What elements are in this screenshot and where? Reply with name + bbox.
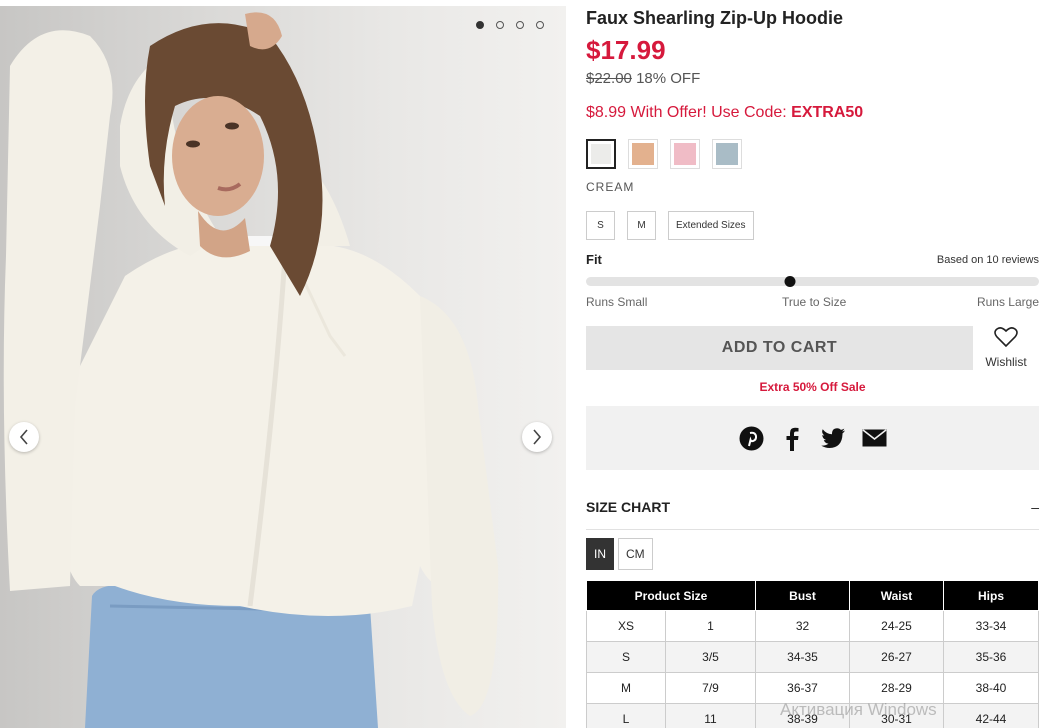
table-cell: 34-35: [755, 641, 850, 673]
size-option[interactable]: Extended Sizes: [668, 211, 754, 240]
offer-code: EXTRA50: [791, 104, 864, 121]
table-cell: 35-36: [943, 641, 1039, 673]
carousel-dots: [476, 21, 544, 29]
table-cell: 11: [665, 703, 756, 728]
unit-cm-button[interactable]: CM: [618, 538, 653, 570]
table-cell: 30-31: [849, 703, 944, 728]
table-cell: 36-37: [755, 672, 850, 704]
column-header: Product Size: [586, 580, 756, 611]
column-header: Waist: [849, 580, 944, 611]
next-image-button[interactable]: [522, 422, 552, 452]
table-cell: 1: [665, 610, 756, 642]
color-swatch-pink[interactable]: [670, 139, 700, 169]
table-cell: 38-39: [755, 703, 850, 728]
table-row: L 11 38-39 30-31 42-44: [586, 703, 1039, 728]
unit-in-button[interactable]: IN: [586, 538, 614, 570]
swatch-fill: [674, 143, 696, 165]
size-chart-table: Product Size Bust Waist Hips XS 1 32 24-25 3…: [586, 580, 1039, 728]
color-swatch-cream[interactable]: [586, 139, 616, 169]
swatch-fill: [716, 143, 738, 165]
product-photo: [3, 12, 499, 728]
discount-percent: 18% OFF: [636, 70, 701, 87]
divider: [586, 529, 1039, 530]
table-cell: M: [586, 672, 666, 704]
column-header: Bust: [755, 580, 850, 611]
heart-icon: [994, 327, 1018, 348]
table-cell: 26-27: [849, 641, 944, 673]
selected-color-label: CREAM: [586, 180, 635, 194]
wishlist-button[interactable]: Wishlist: [981, 326, 1031, 369]
fit-scale-bar: [586, 276, 1039, 287]
color-swatch-blue[interactable]: [712, 139, 742, 169]
table-cell: 38-40: [943, 672, 1039, 704]
sale-promo-link[interactable]: Extra 50% Off Sale: [586, 380, 1039, 394]
color-swatches: [586, 139, 742, 169]
fit-scale-label: Runs Large: [976, 295, 1039, 309]
fit-reviews-count[interactable]: Based on 10 reviews: [937, 254, 1039, 266]
collapse-icon[interactable]: –: [1031, 499, 1039, 515]
product-title: Faux Shearling Zip-Up Hoodie: [586, 8, 844, 28]
swatch-fill: [632, 143, 654, 165]
table-cell: S: [586, 641, 666, 673]
size-chart-title: SIZE CHART: [586, 499, 670, 515]
swatch-fill: [591, 144, 611, 164]
chevron-right-icon: [533, 429, 542, 445]
table-cell: XS: [586, 610, 666, 642]
table-cell: 3/5: [665, 641, 756, 673]
table-cell: 32: [755, 610, 850, 642]
size-chart-header-row: Product Size Bust Waist Hips: [586, 580, 1039, 611]
carousel-dot[interactable]: [476, 21, 484, 29]
carousel-dot[interactable]: [496, 21, 504, 29]
table-cell: 28-29: [849, 672, 944, 704]
product-page: Faux Shearling Zip-Up Hoodie $17.99 $22.…: [0, 0, 1045, 728]
unit-toggle: IN CM: [586, 538, 653, 570]
carousel-dot[interactable]: [516, 21, 524, 29]
wishlist-label: Wishlist: [985, 355, 1027, 369]
pinterest-icon[interactable]: [739, 426, 764, 451]
table-row: S 3/5 34-35 26-27 35-36: [586, 641, 1039, 673]
price-details: $22.00 18% OFF: [586, 70, 700, 87]
table-cell: L: [586, 703, 666, 728]
sale-price: $17.99: [586, 35, 666, 65]
size-option[interactable]: M: [627, 211, 656, 240]
table-row: M 7/9 36-37 28-29 38-40: [586, 672, 1039, 704]
color-swatch-tan[interactable]: [628, 139, 658, 169]
original-price: $22.00: [586, 70, 632, 87]
share-bar: [586, 406, 1039, 470]
fit-scale-label: Runs Small: [586, 295, 648, 309]
table-row: XS 1 32 24-25 33-34: [586, 610, 1039, 642]
size-options: S M Extended Sizes: [586, 211, 754, 240]
offer-text: $8.99 With Offer! Use Code: EXTRA50: [586, 104, 863, 122]
table-cell: 33-34: [943, 610, 1039, 642]
chevron-left-icon: [19, 429, 28, 445]
offer-message: $8.99 With Offer! Use Code:: [586, 104, 792, 121]
table-cell: 24-25: [849, 610, 944, 642]
size-option[interactable]: S: [586, 211, 615, 240]
fit-scale-label: True to Size: [782, 295, 847, 309]
carousel-dot[interactable]: [536, 21, 544, 29]
email-icon[interactable]: [862, 426, 887, 451]
product-image-gallery[interactable]: [0, 6, 566, 728]
twitter-icon[interactable]: [820, 426, 846, 451]
facebook-icon[interactable]: [780, 426, 805, 451]
fit-label: Fit: [586, 252, 602, 267]
add-to-cart-button[interactable]: ADD TO CART: [586, 326, 973, 370]
fit-scale-marker: [784, 276, 796, 287]
table-cell: 42-44: [943, 703, 1039, 728]
table-cell: 7/9: [665, 672, 756, 704]
column-header: Hips: [943, 580, 1039, 611]
size-chart-header[interactable]: SIZE CHART –: [586, 499, 1039, 517]
previous-image-button[interactable]: [9, 422, 39, 452]
